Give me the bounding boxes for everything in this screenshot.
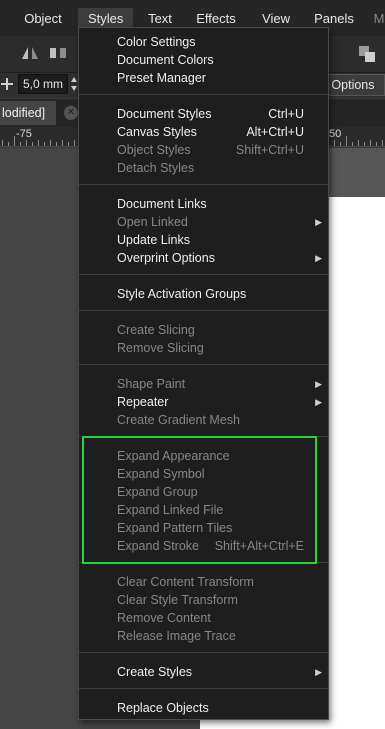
menu-item-create-slicing: Create Slicing: [79, 321, 328, 339]
menu-item-shortcut: Alt+Ctrl+U: [246, 125, 304, 139]
menu-item-remove-slicing: Remove Slicing: [79, 339, 328, 357]
menu-item-clear-content-transform: Clear Content Transform: [79, 573, 328, 591]
menu-item-label: Style Activation Groups: [117, 287, 247, 301]
menu-item-create-gradient-mesh: Create Gradient Mesh: [79, 411, 328, 429]
menu-item-label: Remove Content: [117, 611, 211, 625]
menu-item-repeater[interactable]: Repeater ▶: [79, 393, 328, 411]
close-tab-icon[interactable]: ✕: [64, 106, 78, 120]
menu-item-object-styles: Object Styles Shift+Ctrl+U: [79, 141, 328, 159]
menu-item-release-image-trace: Release Image Trace: [79, 627, 328, 645]
menu-item-label: Remove Slicing: [117, 341, 204, 355]
menu-separator: [79, 184, 328, 185]
menu-separator: [79, 688, 328, 689]
menu-item-style-activation-groups[interactable]: Style Activation Groups: [79, 285, 328, 303]
menu-separator: [79, 94, 328, 95]
menu-separator: [79, 310, 328, 311]
document-tab[interactable]: lodified]: [0, 101, 56, 125]
menu-separator: [79, 364, 328, 365]
menu-view[interactable]: View: [262, 10, 290, 28]
menu-object[interactable]: Object: [24, 10, 62, 28]
menu-item-preset-manager[interactable]: Preset Manager: [79, 69, 328, 87]
menu-item-color-settings[interactable]: Color Settings: [79, 33, 328, 51]
menu-item-label: Open Linked: [117, 215, 188, 229]
menu-item-clear-style-transform: Clear Style Transform: [79, 591, 328, 609]
menu-item-detach-styles: Detach Styles: [79, 159, 328, 177]
distribute-icon[interactable]: [48, 46, 70, 60]
ruler-label-left: -75: [16, 128, 32, 140]
menu-item-update-links[interactable]: Update Links: [79, 231, 328, 249]
menu-item-open-linked: Open Linked ▶: [79, 213, 328, 231]
size-field[interactable]: 5,0 mm: [18, 74, 68, 94]
menu-item-label: Create Slicing: [117, 323, 195, 337]
menu-item-label: Clear Content Transform: [117, 575, 254, 589]
stepper-icon[interactable]: [70, 76, 78, 92]
flip-icon[interactable]: [20, 45, 42, 61]
menu-item-shape-paint: Shape Paint ▶: [79, 375, 328, 393]
menu-item-document-colors[interactable]: Document Colors: [79, 51, 328, 69]
menu-item-label: Clear Style Transform: [117, 593, 238, 607]
menu-item-overprint-options[interactable]: Overprint Options ▶: [79, 249, 328, 267]
menu-item-label: Replace Objects: [117, 701, 209, 715]
highlight-frame: [82, 436, 317, 564]
menu-item-label: Preset Manager: [117, 71, 206, 85]
menu-item-label: Object Styles: [117, 143, 191, 157]
menu-item-label: Create Styles: [117, 665, 193, 679]
menu-item-label: Document Links: [117, 197, 207, 211]
menu-item-label: Create Gradient Mesh: [117, 413, 240, 427]
menu-effects[interactable]: Effects: [196, 10, 236, 28]
submenu-arrow-icon: ▶: [315, 379, 322, 389]
menu-panels[interactable]: Panels: [314, 10, 354, 28]
move-cross-icon[interactable]: [0, 77, 14, 91]
menu-item-label: Release Image Trace: [117, 629, 236, 643]
submenu-arrow-icon: ▶: [315, 253, 322, 263]
shape-combine-icon[interactable]: [358, 45, 378, 63]
submenu-arrow-icon: ▶: [315, 217, 322, 227]
menu-item-document-links[interactable]: Document Links: [79, 195, 328, 213]
submenu-arrow-icon: ▶: [315, 667, 322, 677]
menu-item-create-styles[interactable]: Create Styles ▶: [79, 663, 328, 681]
menu-item-label: Document Styles: [117, 107, 212, 121]
menu-item-shortcut: Ctrl+U: [268, 107, 304, 121]
menu-text[interactable]: Text: [146, 10, 174, 28]
menu-item-label: Repeater: [117, 395, 169, 409]
menu-item-label: Shape Paint: [117, 377, 186, 391]
menu-item-shortcut: Shift+Ctrl+U: [235, 143, 304, 157]
ruler-label-right: 50: [329, 128, 342, 140]
menu-item-label: Canvas Styles: [117, 125, 197, 139]
menu-item-label: Overprint Options: [117, 251, 215, 265]
menu-item-canvas-styles[interactable]: Canvas Styles Alt+Ctrl+U: [79, 123, 328, 141]
submenu-arrow-icon: ▶: [315, 397, 322, 407]
menu-item-label: Update Links: [117, 233, 190, 247]
menu-item-label: Document Colors: [117, 53, 214, 67]
menu-separator: [79, 652, 328, 653]
menu-item-document-styles[interactable]: Document Styles Ctrl+U: [79, 105, 328, 123]
menu-more[interactable]: M: [372, 10, 385, 28]
menu-item-remove-content: Remove Content: [79, 609, 328, 627]
menu-separator: [79, 274, 328, 275]
styles-menu: Color Settings Document Colors Preset Mana…: [78, 27, 329, 720]
menu-item-label: Detach Styles: [117, 161, 195, 175]
menu-item-replace-objects[interactable]: Replace Objects: [79, 699, 328, 717]
menu-item-label: Color Settings: [117, 35, 196, 49]
